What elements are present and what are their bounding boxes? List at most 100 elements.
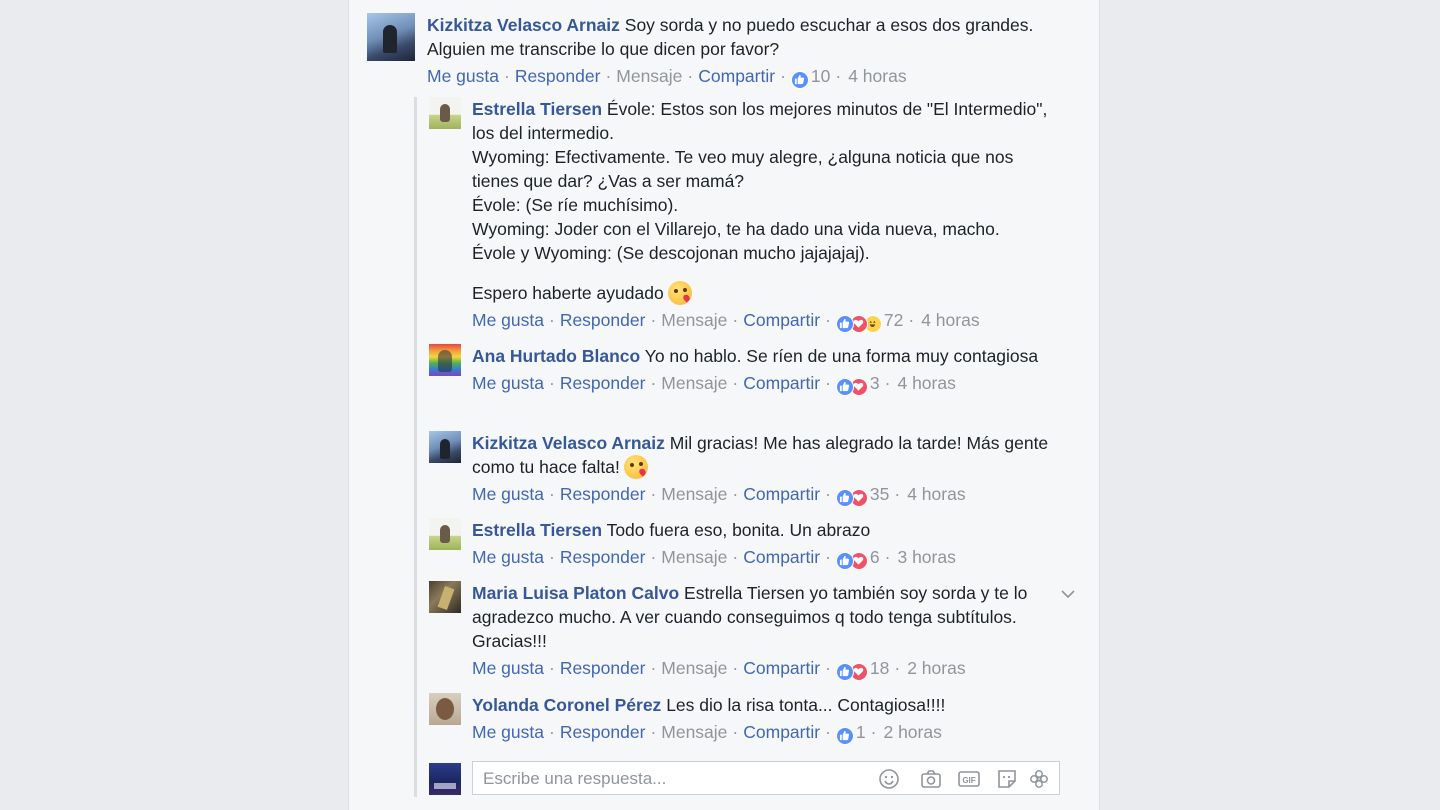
reply-box: GIF	[472, 761, 1060, 796]
share-link[interactable]: Compartir	[743, 722, 820, 742]
avatar[interactable]	[367, 13, 415, 61]
reply-closing: Espero haberte ayudado	[472, 283, 664, 303]
reply-author[interactable]: Kizkitza Velasco Arnaiz	[472, 433, 665, 453]
share-link[interactable]: Compartir	[743, 310, 820, 330]
reply-author[interactable]: Yolanda Coronel Pérez	[472, 695, 661, 715]
reply-author[interactable]: Maria Luisa Platon Calvo	[472, 583, 679, 603]
flower-icon[interactable]	[1027, 767, 1051, 791]
reply-body: Ana Hurtado Blanco Yo no hablo. Se ríen …	[472, 344, 1062, 396]
reaction-icons[interactable]	[835, 662, 868, 681]
share-link[interactable]: Compartir	[743, 484, 820, 504]
like-link[interactable]: Me gusta	[472, 547, 544, 567]
separator: ·	[548, 310, 555, 330]
reply-author[interactable]: Ana Hurtado Blanco	[472, 346, 640, 366]
separator: ·	[835, 66, 842, 86]
like-link[interactable]: Me gusta	[472, 722, 544, 742]
separator: ·	[548, 658, 555, 678]
like-link[interactable]: Me gusta	[472, 658, 544, 678]
message-link[interactable]: Mensaje	[661, 310, 727, 330]
message-link[interactable]: Mensaje	[661, 484, 727, 504]
reply-link[interactable]: Responder	[560, 722, 646, 742]
share-link[interactable]: Compartir	[743, 658, 820, 678]
reply-link[interactable]: Responder	[560, 484, 646, 504]
like-link[interactable]: Me gusta	[427, 66, 499, 86]
separator: ·	[825, 547, 831, 567]
reply-actions: Me gusta · Responder · Mensaje · Compartir · 3 · 4…	[472, 371, 1062, 396]
reply-actions: Me gusta · Responder · Mensaje · Compartir · 18 ·…	[472, 656, 1037, 681]
reaction-count[interactable]: 72	[884, 310, 903, 330]
separator: ·	[825, 658, 831, 678]
avatar[interactable]	[429, 431, 461, 463]
reaction-icons[interactable]	[835, 377, 868, 396]
reply-link[interactable]: Responder	[560, 547, 646, 567]
chevron-down-icon[interactable]	[1059, 585, 1077, 603]
like-link[interactable]: Me gusta	[472, 484, 544, 504]
avatar[interactable]	[429, 581, 461, 613]
camera-icon[interactable]	[919, 767, 943, 791]
timestamp[interactable]: 3 horas	[897, 547, 955, 567]
timestamp[interactable]: 4 horas	[848, 66, 906, 86]
comment-body: Kizkitza Velasco Arnaiz Soy sorda y no p…	[427, 13, 1067, 89]
separator: ·	[687, 66, 694, 86]
reaction-count[interactable]: 6	[870, 547, 880, 567]
share-link[interactable]: Compartir	[743, 547, 820, 567]
reply-link[interactable]: Responder	[560, 373, 646, 393]
reaction-count[interactable]: 10	[811, 66, 830, 86]
reaction-count[interactable]: 35	[870, 484, 889, 504]
avatar[interactable]	[429, 518, 461, 550]
replies-thread: Estrella Tiersen Évole: Estos son los me…	[414, 97, 1097, 797]
avatar[interactable]	[429, 97, 461, 129]
gif-icon[interactable]: GIF	[957, 767, 981, 791]
reaction-icons[interactable]	[835, 488, 868, 507]
reaction-icons[interactable]	[835, 314, 882, 333]
message-link[interactable]: Mensaje	[661, 722, 727, 742]
separator: ·	[650, 547, 657, 567]
kissing-face-emoji	[667, 281, 692, 305]
avatar[interactable]	[429, 344, 461, 376]
separator: ·	[825, 484, 831, 504]
avatar[interactable]	[429, 763, 461, 795]
timestamp[interactable]: 4 horas	[897, 373, 955, 393]
separator: ·	[650, 373, 657, 393]
separator: ·	[650, 658, 657, 678]
message-link[interactable]: Mensaje	[661, 373, 727, 393]
separator: ·	[548, 722, 555, 742]
like-link[interactable]: Me gusta	[472, 310, 544, 330]
separator: ·	[503, 66, 510, 86]
reply-input[interactable]	[481, 762, 865, 796]
reaction-icons[interactable]	[790, 70, 809, 89]
message-link[interactable]: Mensaje	[661, 658, 727, 678]
reaction-count[interactable]: 1	[856, 722, 866, 742]
smiley-icon[interactable]	[877, 767, 901, 791]
separator: ·	[894, 484, 901, 504]
share-link[interactable]: Compartir	[698, 66, 775, 86]
message-link[interactable]: Mensaje	[661, 547, 727, 567]
timestamp[interactable]: 2 horas	[883, 722, 941, 742]
reply-body: Kizkitza Velasco Arnaiz Mil gracias! Me …	[472, 431, 1062, 507]
like-link[interactable]: Me gusta	[472, 373, 544, 393]
reply-actions: Me gusta · Responder · Mensaje · Compartir · 6 · 3…	[472, 545, 1062, 570]
reaction-icons[interactable]	[835, 551, 868, 570]
separator: ·	[825, 722, 831, 742]
reply-link[interactable]: Responder	[515, 66, 601, 86]
separator: ·	[732, 722, 739, 742]
separator: ·	[650, 484, 657, 504]
like-reaction-icon	[835, 488, 854, 507]
reply-author[interactable]: Estrella Tiersen	[472, 520, 602, 540]
reaction-count[interactable]: 3	[870, 373, 880, 393]
reply-link[interactable]: Responder	[560, 658, 646, 678]
reply-text-block: Estrella Tiersen Todo fuera eso, bonita.…	[472, 518, 1062, 542]
share-link[interactable]: Compartir	[743, 373, 820, 393]
timestamp[interactable]: 2 horas	[907, 658, 965, 678]
timestamp[interactable]: 4 horas	[921, 310, 979, 330]
reply-author[interactable]: Estrella Tiersen	[472, 99, 602, 119]
timestamp[interactable]: 4 horas	[907, 484, 965, 504]
comment-author[interactable]: Kizkitza Velasco Arnaiz	[427, 15, 620, 35]
separator: ·	[884, 373, 891, 393]
message-link[interactable]: Mensaje	[616, 66, 682, 86]
reaction-icons[interactable]	[835, 726, 854, 745]
sticker-icon[interactable]	[995, 767, 1019, 791]
reaction-count[interactable]: 18	[870, 658, 889, 678]
reply-link[interactable]: Responder	[560, 310, 646, 330]
avatar[interactable]	[429, 693, 461, 725]
